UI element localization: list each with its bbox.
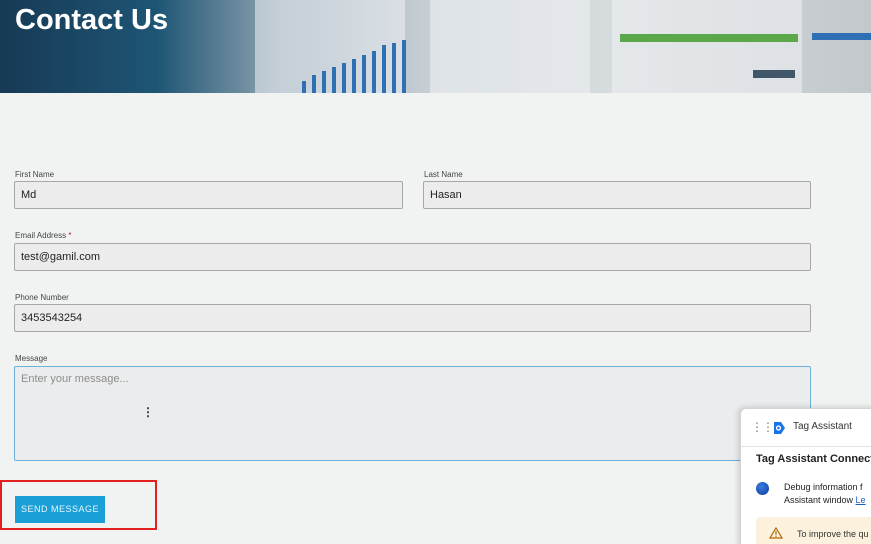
email-label: Email Address *	[15, 231, 72, 240]
hero-green-bar	[620, 34, 798, 42]
page-title: Contact Us	[15, 4, 169, 36]
hero-bg-panel	[430, 0, 590, 93]
tag-assistant-subtitle: Tag Assistant Connect	[756, 453, 871, 465]
warning-icon	[769, 527, 783, 539]
warning-text: To improve the qu	[797, 529, 869, 539]
drag-handle-icon[interactable]: ⋮⋮	[751, 420, 774, 434]
text-cursor-icon: ⋮	[142, 405, 154, 419]
hero-dark-bar	[753, 70, 795, 78]
message-textarea[interactable]: Enter your message...	[14, 366, 811, 461]
phone-label: Phone Number	[15, 293, 69, 302]
tag-assistant-title: Tag Assistant	[793, 421, 852, 432]
hero-bg-panel	[612, 0, 802, 93]
first-name-field[interactable]: Md	[14, 181, 403, 209]
required-mark: *	[68, 231, 72, 240]
debug-info-text: Debug information f	[784, 482, 863, 492]
learn-more-link[interactable]: Le	[856, 495, 866, 505]
hero-bar-graphic	[300, 40, 410, 93]
last-name-field[interactable]: Hasan	[423, 181, 811, 209]
highlight-box	[0, 480, 157, 530]
message-label: Message	[15, 354, 48, 363]
warning-banner: To improve the qu	[756, 517, 871, 544]
first-name-label: First Name	[15, 170, 55, 179]
email-label-text: Email Address	[15, 231, 67, 240]
email-field[interactable]: test@gamil.com	[14, 243, 811, 271]
debug-info-text-2: Assistant window Le	[784, 495, 866, 505]
phone-field[interactable]: 3453543254	[14, 304, 811, 332]
tag-assistant-header: ⋮⋮ Tag Assistant	[741, 409, 871, 447]
tag-assistant-panel: ⋮⋮ Tag Assistant Tag Assistant Connect D…	[740, 408, 871, 544]
tag-assistant-logo-icon	[774, 422, 785, 434]
status-dot-icon	[756, 482, 769, 495]
hero-banner: Contact Us	[0, 0, 871, 93]
last-name-label: Last Name	[424, 170, 463, 179]
debug-info-text-2-main: Assistant window	[784, 495, 854, 505]
hero-blue-bar	[812, 33, 871, 40]
